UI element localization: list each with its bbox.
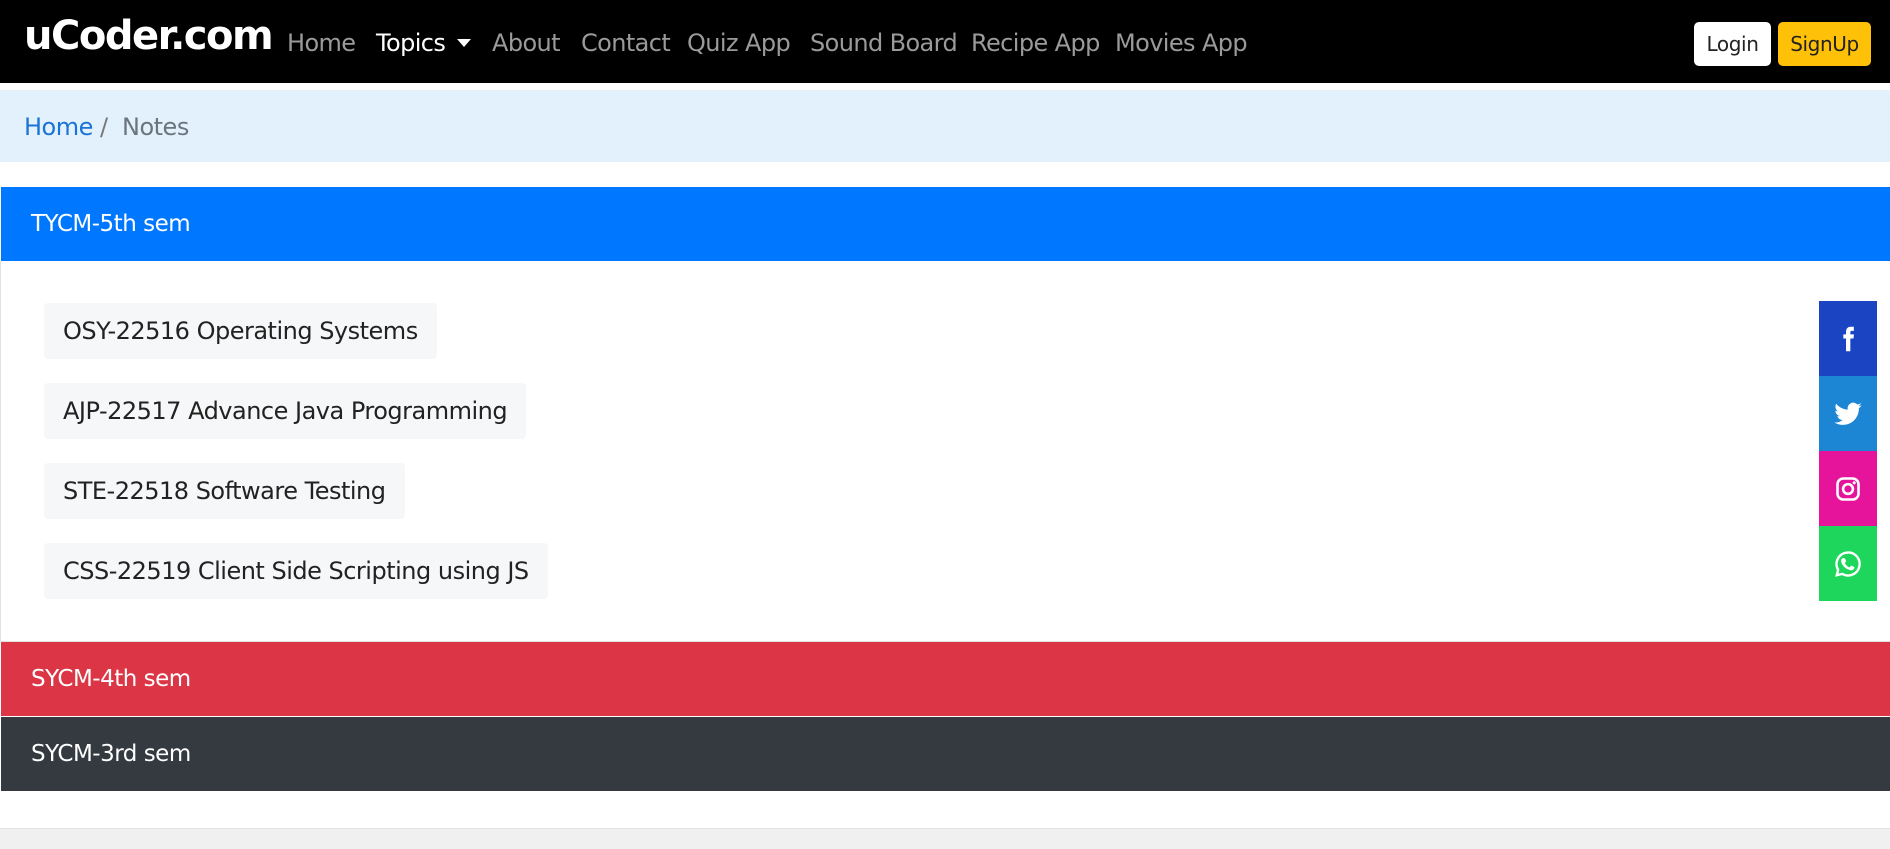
note-link-osy[interactable]: OSY-22516 Operating Systems bbox=[44, 303, 437, 359]
whatsapp-icon bbox=[1835, 550, 1861, 577]
facebook-icon bbox=[1843, 326, 1854, 351]
navbar: uCoder.com Home Topics About Contact Qui… bbox=[0, 0, 1890, 83]
signup-button[interactable]: SignUp bbox=[1778, 22, 1871, 66]
breadcrumb bbox=[0, 90, 1890, 162]
panel-header-tycm-5th-sem[interactable]: TYCM-5th sem bbox=[1, 187, 1890, 261]
breadcrumb-current: Notes bbox=[122, 113, 189, 141]
nav-quiz-app[interactable]: Quiz App bbox=[687, 31, 791, 55]
brand-logo[interactable]: uCoder.com bbox=[24, 16, 274, 56]
note-link-ste[interactable]: STE-22518 Software Testing bbox=[44, 463, 405, 519]
footer bbox=[0, 828, 1890, 849]
whatsapp-share-button[interactable] bbox=[1819, 526, 1877, 601]
twitter-icon bbox=[1834, 402, 1862, 425]
note-link-ajp[interactable]: AJP-22517 Advance Java Programming bbox=[44, 383, 527, 439]
nav-contact[interactable]: Contact bbox=[581, 31, 671, 55]
nav-topics-dropdown[interactable]: Topics bbox=[376, 29, 472, 57]
panel-header-sycm-3rd-sem[interactable]: SYCM-3rd sem bbox=[1, 717, 1890, 791]
twitter-share-button[interactable] bbox=[1819, 376, 1877, 451]
nav-recipe-app[interactable]: Recipe App bbox=[971, 31, 1100, 55]
facebook-share-button[interactable] bbox=[1819, 301, 1877, 376]
note-link-css[interactable]: CSS-22519 Client Side Scripting using JS bbox=[44, 543, 548, 599]
panel-body-tycm-5th-sem: OSY-22516 Operating Systems AJP-22517 Ad… bbox=[0, 261, 1890, 642]
panel-title: SYCM-4th sem bbox=[31, 666, 191, 692]
caret-down-icon bbox=[457, 39, 472, 47]
panel-title: TYCM-5th sem bbox=[31, 211, 191, 237]
instagram-share-button[interactable] bbox=[1819, 451, 1877, 526]
nav-movies-app[interactable]: Movies App bbox=[1115, 31, 1248, 55]
nav-about[interactable]: About bbox=[492, 31, 561, 55]
breadcrumb-home-link[interactable]: Home bbox=[24, 115, 93, 139]
nav-topics-label: Topics bbox=[376, 29, 446, 57]
panel-header-sycm-4th-sem[interactable]: SYCM-4th sem bbox=[1, 642, 1890, 716]
nav-home[interactable]: Home bbox=[287, 31, 356, 55]
instagram-icon bbox=[1836, 476, 1860, 501]
nav-sound-board[interactable]: Sound Board bbox=[810, 31, 958, 55]
login-button[interactable]: Login bbox=[1694, 22, 1771, 66]
breadcrumb-separator: / bbox=[100, 113, 109, 141]
panel-title: SYCM-3rd sem bbox=[31, 741, 191, 767]
